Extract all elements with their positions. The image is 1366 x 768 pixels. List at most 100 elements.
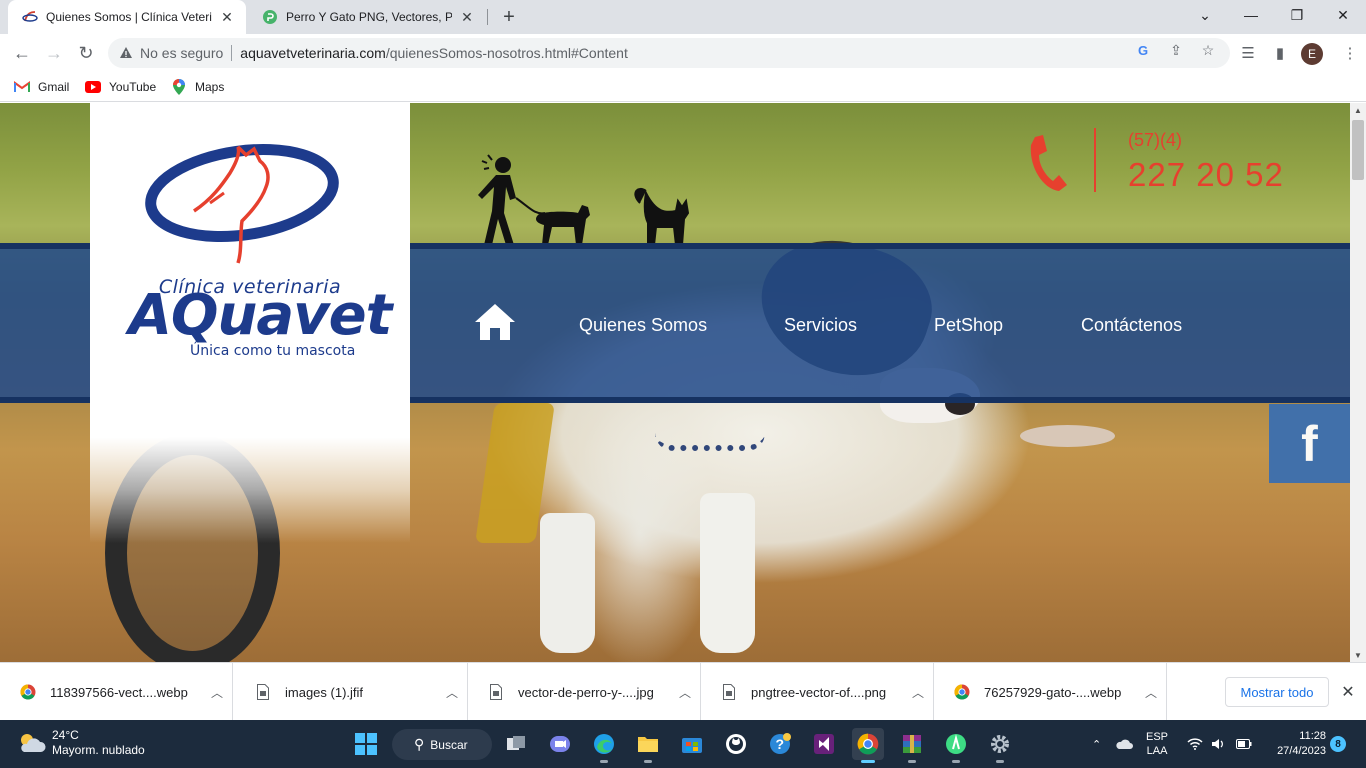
bookmark-star-icon[interactable]: ☆ — [1199, 41, 1217, 59]
bookmark-label: YouTube — [109, 80, 157, 94]
bookmark-label: Gmail — [38, 80, 70, 94]
new-tab-plus-icon[interactable]: + — [498, 6, 520, 28]
tab-perro-gato[interactable]: Perro Y Gato PNG, Vectores, PSD ✕ — [248, 0, 486, 34]
battery-icon[interactable] — [1236, 720, 1252, 768]
system-clock[interactable]: 11:28 27/4/2023 — [1262, 729, 1326, 759]
menu-kebab-icon[interactable]: ⋮ — [1340, 43, 1360, 63]
show-all-downloads-button[interactable]: Mostrar todo — [1225, 677, 1329, 707]
file-explorer-icon[interactable] — [632, 728, 664, 763]
edge-icon[interactable] — [588, 728, 620, 763]
youtube-icon — [85, 80, 101, 94]
nav-servicios[interactable]: Servicios — [784, 315, 857, 336]
download-filename: images (1).jfif — [285, 684, 364, 700]
logo-brand-name: AQuavet — [128, 283, 393, 348]
bookmark-gmail[interactable]: Gmail — [14, 77, 69, 97]
tab-quienes-somos[interactable]: Quienes Somos | Clínica Veterinaria ✕ — [8, 0, 246, 34]
task-view-icon[interactable] — [500, 728, 532, 760]
restore-icon[interactable]: ❐ — [1274, 0, 1320, 30]
tab-separator — [487, 9, 488, 25]
nav-contactenos[interactable]: Contáctenos — [1081, 315, 1182, 336]
download-filename: vector-de-perro-y-....jpg — [518, 684, 654, 700]
nav-petshop[interactable]: PetShop — [934, 315, 1003, 336]
download-shelf: 118397566-vect....webp ︿ images (1).jfif… — [0, 662, 1366, 721]
download-item[interactable]: images (1).jfif ︿ — [235, 663, 468, 721]
facebook-icon: f — [1301, 415, 1318, 472]
notification-badge[interactable]: 8 — [1330, 736, 1346, 752]
pet-silhouettes-icon — [478, 154, 690, 246]
close-download-shelf-icon[interactable]: ✕ — [1338, 682, 1358, 702]
language-indicator[interactable]: ESP LAA — [1146, 720, 1168, 768]
dog-leg — [700, 493, 755, 653]
page-scrollbar[interactable]: ▲ ▼ — [1350, 103, 1366, 662]
bookmark-maps[interactable]: Maps — [171, 77, 224, 97]
chevron-up-icon[interactable]: ︿ — [670, 684, 700, 701]
file-icon — [721, 684, 737, 700]
bookmark-youtube[interactable]: YouTube — [85, 77, 156, 97]
microsoft-store-icon[interactable] — [676, 728, 708, 760]
google-lens-icon[interactable]: G — [1135, 41, 1153, 59]
profile-avatar[interactable]: E — [1301, 43, 1323, 65]
download-filename: 118397566-vect....webp — [50, 684, 188, 700]
svg-text:?: ? — [776, 736, 785, 752]
scroll-up-icon[interactable]: ▲ — [1350, 103, 1366, 117]
logo-panel[interactable]: Clínica veterinaria AQuavet Única como t… — [90, 103, 410, 543]
chrome-icon — [20, 684, 36, 700]
forward-arrow-icon[interactable]: → — [42, 41, 66, 65]
wifi-icon[interactable] — [1187, 720, 1203, 768]
weather-temp: 24°C — [52, 728, 79, 742]
reload-icon[interactable]: ↻ — [74, 41, 98, 65]
close-window-icon[interactable]: ✕ — [1320, 0, 1366, 30]
chrome-taskbar-icon[interactable] — [852, 728, 884, 763]
start-windows-icon[interactable] — [350, 728, 382, 760]
download-item[interactable]: 118397566-vect....webp ︿ — [0, 663, 233, 721]
chevron-up-icon[interactable]: ︿ — [437, 684, 467, 701]
address-bar[interactable]: No es seguro aquavetveterinaria.com/quie… — [108, 38, 1230, 68]
logo-tagline: Única como tu mascota — [190, 343, 356, 359]
phone-number[interactable]: 227 20 52 — [1128, 156, 1284, 194]
clock-date: 27/4/2023 — [1277, 745, 1326, 757]
reading-list-icon[interactable]: ☰ — [1238, 43, 1258, 63]
onedrive-cloud-icon[interactable] — [1115, 720, 1133, 768]
home-icon[interactable] — [474, 302, 516, 342]
show-hidden-icons-chevron-icon[interactable]: ⌃ — [1092, 720, 1101, 768]
settings-gear-icon[interactable] — [984, 728, 1016, 763]
taskbar-search[interactable]: ⚲ Buscar — [392, 729, 492, 760]
page-viewport: Quienes Somos Servicios PetShop Contácte… — [0, 103, 1350, 662]
download-filename: pngtree-vector-of....png — [751, 684, 887, 700]
dog-collar — [655, 433, 765, 451]
nav-quienes-somos[interactable]: Quienes Somos — [579, 315, 707, 336]
url-text[interactable]: aquavetveterinaria.com/quienesSomos-noso… — [240, 45, 628, 61]
warning-triangle-icon[interactable] — [118, 45, 134, 61]
teams-chat-icon[interactable] — [544, 728, 576, 760]
maps-pin-icon — [171, 79, 187, 95]
tab-search-chevron-icon[interactable]: ⌄ — [1182, 0, 1228, 30]
chevron-up-icon[interactable]: ︿ — [903, 684, 933, 701]
weather-widget[interactable]: 24°C Mayorm. nublado — [16, 728, 145, 758]
android-studio-icon[interactable] — [940, 728, 972, 763]
help-icon[interactable]: ? — [764, 728, 796, 760]
scroll-down-icon[interactable]: ▼ — [1350, 648, 1366, 662]
volume-icon[interactable] — [1211, 720, 1225, 768]
download-item[interactable]: pngtree-vector-of....png ︿ — [701, 663, 934, 721]
facebook-button[interactable]: f — [1269, 404, 1350, 483]
chevron-up-icon[interactable]: ︿ — [1136, 684, 1166, 701]
omnibox-divider — [231, 45, 233, 61]
tab-close-icon[interactable]: ✕ — [218, 8, 236, 26]
scroll-thumb[interactable] — [1352, 120, 1364, 180]
winrar-icon[interactable] — [896, 728, 928, 763]
aquavet-logo-icon — [145, 143, 339, 264]
share-icon[interactable]: ⇪ — [1167, 41, 1185, 59]
security-label[interactable]: No es seguro — [140, 45, 223, 61]
tab-close-icon[interactable]: ✕ — [458, 8, 476, 26]
chevron-up-icon[interactable]: ︿ — [202, 684, 232, 701]
download-item[interactable]: vector-de-perro-y-....jpg ︿ — [468, 663, 701, 721]
side-panel-icon[interactable]: ▮ — [1270, 43, 1290, 63]
visual-studio-icon[interactable] — [808, 728, 840, 760]
minimize-icon[interactable]: — — [1228, 0, 1274, 30]
file-icon — [488, 684, 504, 700]
back-arrow-icon[interactable]: ← — [10, 41, 34, 65]
download-item[interactable]: 76257929-gato-....webp ︿ — [934, 663, 1167, 721]
github-icon[interactable] — [720, 728, 752, 760]
keyboard-layout: LAA — [1146, 745, 1168, 757]
phone-divider — [1094, 128, 1096, 192]
